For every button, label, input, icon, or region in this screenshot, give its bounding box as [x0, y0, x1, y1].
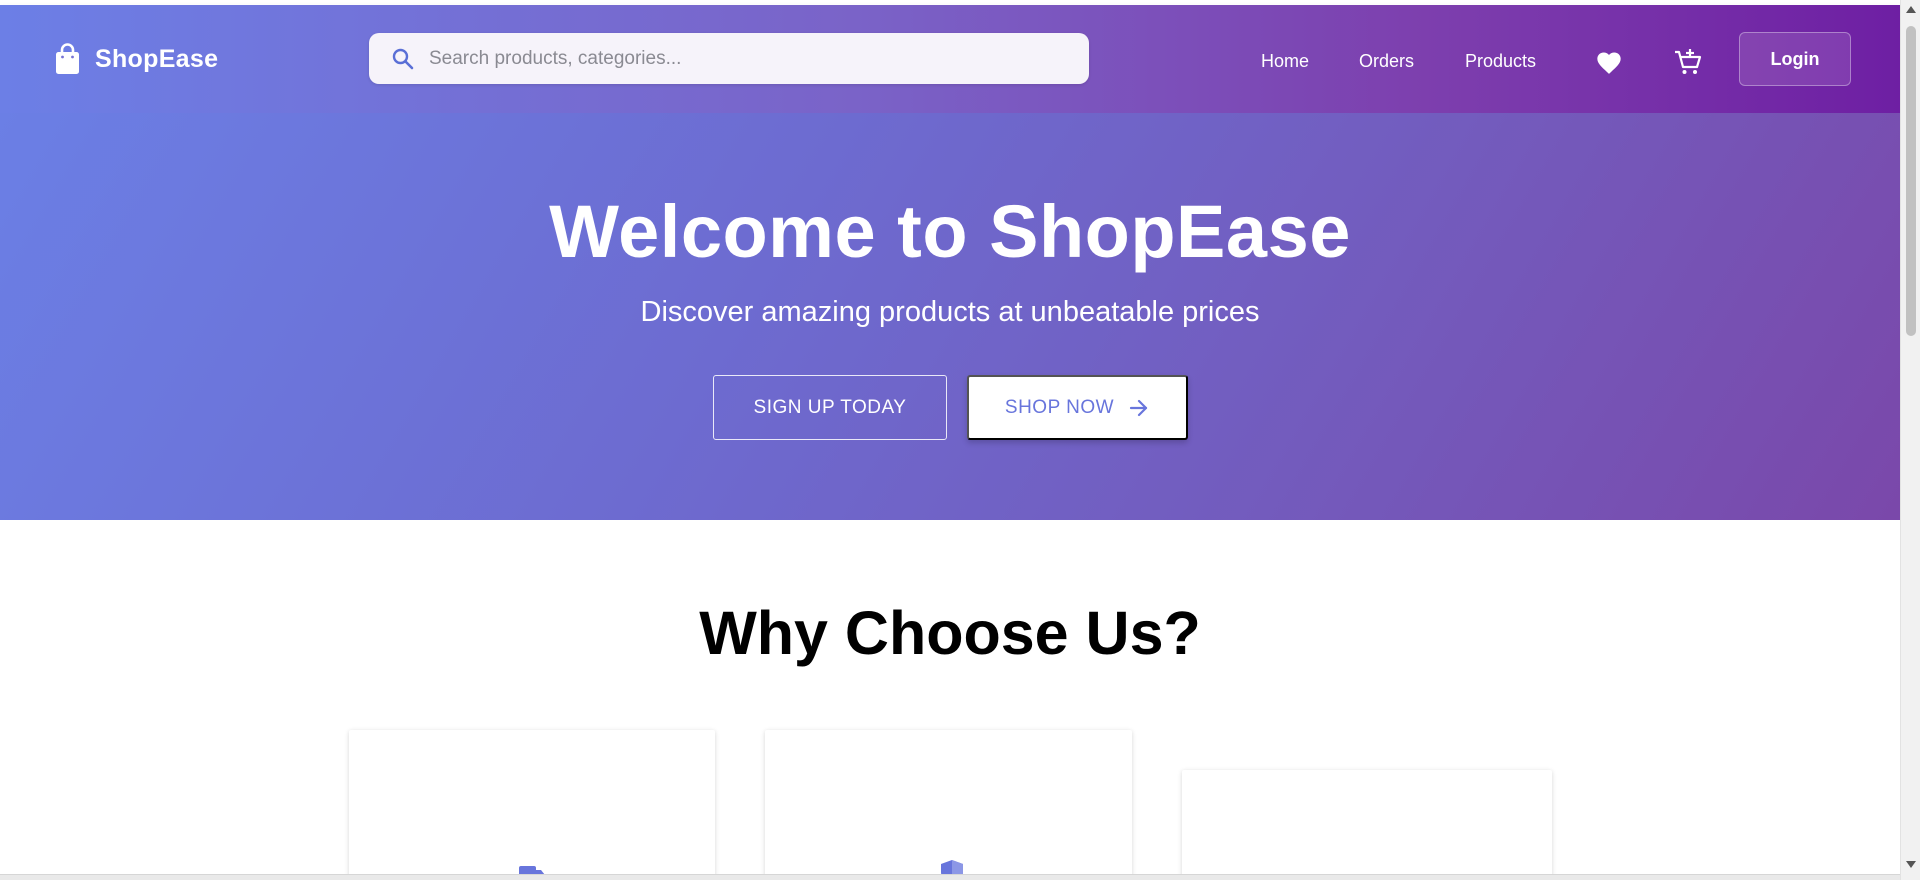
nav-products-link[interactable]: Products: [1465, 51, 1536, 72]
search-icon: [392, 48, 414, 70]
brand-logo[interactable]: ShopEase: [54, 43, 218, 75]
hero-title: Welcome to ShopEase: [549, 190, 1351, 273]
heart-icon[interactable]: [1595, 49, 1623, 77]
navbar: ShopEase Home Orders Products Login: [0, 5, 1900, 113]
arrow-right-icon: [1130, 399, 1148, 416]
hero-banner: Welcome to ShopEase Discover amazing pro…: [0, 113, 1900, 520]
nav-orders-link[interactable]: Orders: [1359, 51, 1414, 72]
feature-card: [349, 730, 715, 880]
sign-up-label: SIGN UP TODAY: [753, 396, 907, 418]
feature-card: [1182, 770, 1552, 880]
login-button[interactable]: Login: [1739, 32, 1851, 86]
hero-subtitle: Discover amazing products at unbeatable …: [640, 296, 1260, 328]
scroll-up-arrow-icon[interactable]: [1906, 6, 1916, 13]
shopping-bag-icon: [56, 43, 79, 74]
feature-card: [765, 730, 1132, 880]
shop-now-button[interactable]: SHOP NOW: [967, 375, 1188, 440]
app-root: ShopEase Home Orders Products Login Welc…: [0, 0, 1920, 880]
add-to-cart-icon[interactable]: [1673, 47, 1703, 77]
nav-home-link[interactable]: Home: [1261, 51, 1309, 72]
brand-name: ShopEase: [95, 44, 219, 73]
shop-now-label: SHOP NOW: [1004, 396, 1115, 418]
sign-up-button[interactable]: SIGN UP TODAY: [713, 375, 947, 440]
horizontal-scrollbar[interactable]: [0, 874, 1900, 880]
scrollbar-thumb[interactable]: [1906, 26, 1916, 336]
vertical-scrollbar[interactable]: [1900, 0, 1920, 880]
scroll-down-arrow-icon[interactable]: [1906, 861, 1916, 868]
search-bar[interactable]: [369, 33, 1089, 84]
search-input[interactable]: [429, 33, 1069, 84]
features-title: Why Choose Us?: [699, 599, 1201, 667]
